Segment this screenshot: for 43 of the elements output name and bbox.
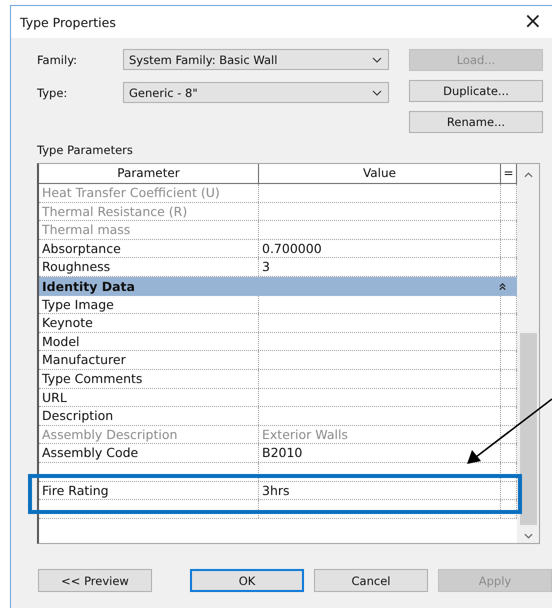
parameter-name: Keynote xyxy=(42,315,93,330)
dialog-button[interactable]: << Preview xyxy=(38,569,152,592)
parameter-name: Fire Rating xyxy=(42,482,109,498)
parameter-name: Heat Transfer Coefficient (U) xyxy=(42,185,220,200)
dropdown[interactable]: System Family: Basic Wall xyxy=(123,49,389,70)
scroll-thumb[interactable] xyxy=(520,333,536,525)
parameter-value: 0.700000 xyxy=(262,240,322,256)
parameter-name: Assembly Code xyxy=(42,445,138,460)
dropdown[interactable]: Generic - 8" xyxy=(123,82,389,103)
parameter-value: Exterior Walls xyxy=(262,426,348,442)
column-header[interactable]: Parameter xyxy=(39,164,259,183)
scroll-up-icon[interactable] xyxy=(524,172,532,178)
parameter-value: B2010 xyxy=(262,445,302,460)
close-button[interactable]: × xyxy=(524,11,552,33)
section-title: Type Parameters xyxy=(37,143,134,157)
field-label: Type: xyxy=(37,86,68,100)
parameter-name: Roughness xyxy=(42,259,110,274)
parameter-name: Model xyxy=(42,334,80,349)
group-header[interactable]: Identity Data xyxy=(39,276,517,296)
window-title: Type Properties xyxy=(20,14,116,30)
group-title: Identity Data xyxy=(42,278,135,294)
parameter-name: URL xyxy=(42,390,67,405)
scroll-down-icon[interactable] xyxy=(524,533,532,539)
side-button[interactable]: Duplicate... xyxy=(409,80,543,102)
collapse-icon[interactable] xyxy=(498,282,507,291)
chevron-down-icon xyxy=(372,56,382,62)
field-label: Family: xyxy=(37,52,78,66)
parameter-name: Assembly Description xyxy=(42,426,178,442)
parameter-name: Description xyxy=(42,408,114,424)
chevron-down-icon xyxy=(372,90,382,96)
scrollbar[interactable] xyxy=(517,164,539,543)
parameter-name: Absorptance xyxy=(42,240,121,256)
parameter-name: Thermal mass xyxy=(42,222,130,238)
side-button[interactable]: Rename... xyxy=(409,111,543,133)
parameter-name: Thermal Resistance (R) xyxy=(42,204,188,219)
dialog-button[interactable]: OK xyxy=(190,569,304,592)
parameter-name: Type Image xyxy=(42,296,114,312)
dialog-button[interactable]: Cancel xyxy=(314,569,428,592)
parameter-name: Manufacturer xyxy=(42,352,126,368)
parameter-value: 3 xyxy=(262,259,270,274)
column-header[interactable]: Value xyxy=(259,164,501,183)
parameter-name: Type Comments xyxy=(42,370,142,386)
parameter-value: 3hrs xyxy=(262,482,290,498)
